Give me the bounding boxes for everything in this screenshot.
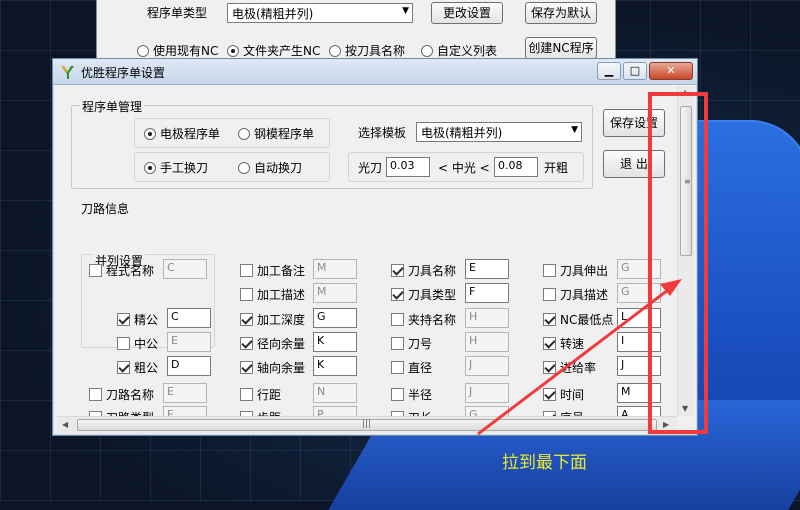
- annotation-text: 拉到最下面: [502, 453, 587, 473]
- annotation-arrow: [477, 279, 682, 436]
